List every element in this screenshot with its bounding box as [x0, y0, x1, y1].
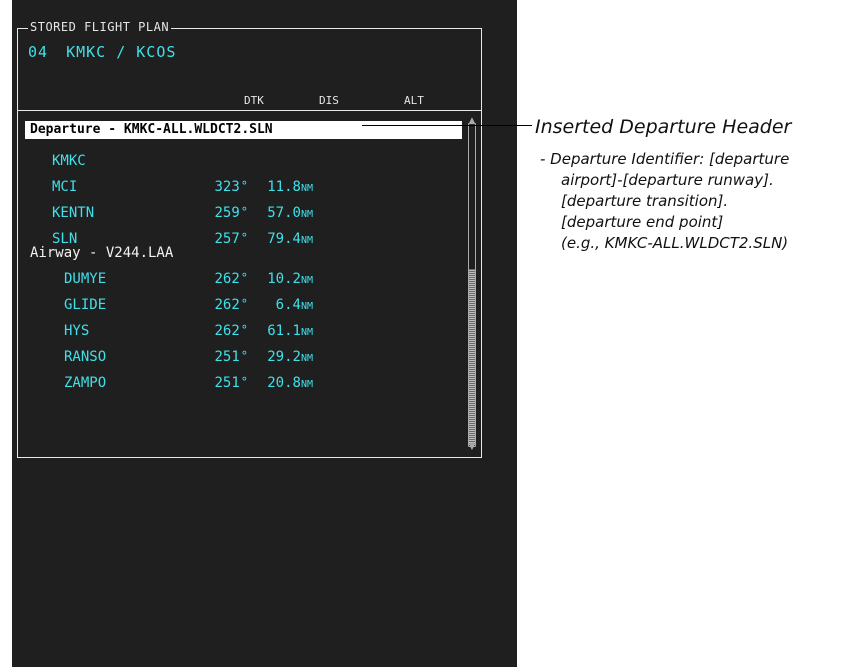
plan-number: 04	[28, 43, 49, 61]
leg-distance: 61.1NM	[267, 323, 313, 339]
flight-plan-leg-row[interactable]: GLIDE 262° 6.4NM	[18, 293, 481, 319]
waypoint-id: MCI	[52, 179, 78, 195]
scroll-down-arrow-icon[interactable]: ▼	[468, 443, 476, 452]
mfd-screen: STORED FLIGHT PLAN 04 KMKC / KCOS DTK DIS…	[12, 0, 517, 667]
distance-unit: NM	[300, 353, 313, 364]
scrollbar-thumb[interactable]	[469, 269, 475, 445]
leg-distance: 57.0NM	[267, 205, 313, 221]
distance-unit: NM	[300, 327, 313, 338]
flight-plan-leg-row[interactable]: KENTN 259° 57.0NM	[18, 201, 481, 227]
degree-symbol: °	[240, 323, 248, 337]
leg-distance-value: 20.8	[267, 375, 301, 391]
leg-distance: 29.2NM	[267, 349, 313, 365]
desired-track-value: 262	[214, 323, 240, 339]
leg-distance-value: 10.2	[267, 271, 301, 287]
distance-unit: NM	[300, 275, 313, 286]
desired-track-value: 323	[214, 179, 240, 195]
leg-distance: 6.4NM	[276, 297, 313, 313]
waypoint-id: DUMYE	[64, 271, 107, 287]
flight-plan-leg-row[interactable]: DUMYE 262° 10.2NM	[18, 267, 481, 293]
leg-distance: 20.8NM	[267, 375, 313, 391]
distance-unit: NM	[300, 183, 313, 194]
callout-line-2: airport]-[departure runway].	[561, 171, 774, 189]
degree-symbol: °	[240, 179, 248, 193]
column-header-alt: ALT	[404, 94, 424, 107]
degree-symbol: °	[240, 375, 248, 389]
waypoint-id: GLIDE	[64, 297, 107, 313]
leg-distance-value: 29.2	[267, 349, 301, 365]
waypoint-id: RANSO	[64, 349, 107, 365]
desired-track: 251°	[214, 375, 248, 391]
flight-plan-leg-row[interactable]: HYS 262° 61.1NM	[18, 319, 481, 345]
callout-description: - Departure Identifier: [departure airpo…	[540, 149, 850, 254]
waypoint-id: KMKC	[52, 153, 86, 169]
distance-unit: NM	[300, 379, 313, 390]
desired-track-value: 251	[214, 375, 240, 391]
desired-track: 262°	[214, 297, 248, 313]
callout-title: Inserted Departure Header	[535, 116, 792, 138]
degree-symbol: °	[240, 271, 248, 285]
flight-plan-leg-row[interactable]: MCI 323° 11.8NM	[18, 175, 481, 201]
waypoint-id: ZAMPO	[64, 375, 107, 391]
stored-flight-plan-panel: STORED FLIGHT PLAN 04 KMKC / KCOS DTK DIS…	[17, 20, 482, 458]
waypoint-id: HYS	[64, 323, 90, 339]
desired-track-value: 259	[214, 205, 240, 221]
leg-distance: 11.8NM	[267, 179, 313, 195]
degree-symbol: °	[240, 349, 248, 363]
desired-track: 251°	[214, 349, 248, 365]
desired-track-value: 262	[214, 297, 240, 313]
airway-header: Airway - V244.LAA	[30, 245, 174, 261]
flight-plan-leg-row[interactable]: KMKC	[18, 149, 481, 175]
desired-track: 262°	[214, 323, 248, 339]
flight-plan-leg-row[interactable]: RANSO 251° 29.2NM	[18, 345, 481, 371]
flight-plan-leg-row[interactable]: ZAMPO 251° 20.8NM	[18, 371, 481, 397]
column-header-dtk: DTK	[244, 94, 264, 107]
degree-symbol: °	[240, 297, 248, 311]
airway-header-row[interactable]: Airway - V244.LAA	[18, 241, 481, 267]
callout-line-3: [departure transition].	[561, 192, 729, 210]
callout-leader-line	[362, 125, 532, 126]
column-header-dis: DIS	[319, 94, 339, 107]
desired-track: 259°	[214, 205, 248, 221]
leg-distance-value: 61.1	[267, 323, 301, 339]
distance-unit: NM	[300, 209, 313, 220]
leg-distance-value: 11.8	[267, 179, 301, 195]
scroll-up-arrow-icon[interactable]: ▲	[468, 117, 476, 126]
callout-line-1: - Departure Identifier: [departure	[540, 150, 790, 168]
desired-track-value: 262	[214, 271, 240, 287]
header-divider	[18, 110, 481, 111]
desired-track: 262°	[214, 271, 248, 287]
callout-line-5: (e.g., KMKC-ALL.WLDCT2.SLN)	[561, 234, 789, 252]
waypoint-id: KENTN	[52, 205, 95, 221]
panel-title: STORED FLIGHT PLAN	[28, 20, 172, 34]
departure-header[interactable]: Departure - KMKC-ALL.WLDCT2.SLN	[30, 121, 273, 139]
flight-plan-name: 04 KMKC / KCOS	[28, 43, 176, 61]
degree-symbol: °	[240, 205, 248, 219]
distance-unit: NM	[300, 301, 313, 312]
leg-distance: 10.2NM	[267, 271, 313, 287]
leg-distance-value: 6.4	[275, 297, 301, 313]
desired-track-value: 251	[214, 349, 240, 365]
leg-distance-value: 57.0	[267, 205, 301, 221]
callout-line-4: [departure end point]	[561, 213, 724, 231]
plan-route: KMKC / KCOS	[66, 43, 177, 61]
desired-track: 323°	[214, 179, 248, 195]
